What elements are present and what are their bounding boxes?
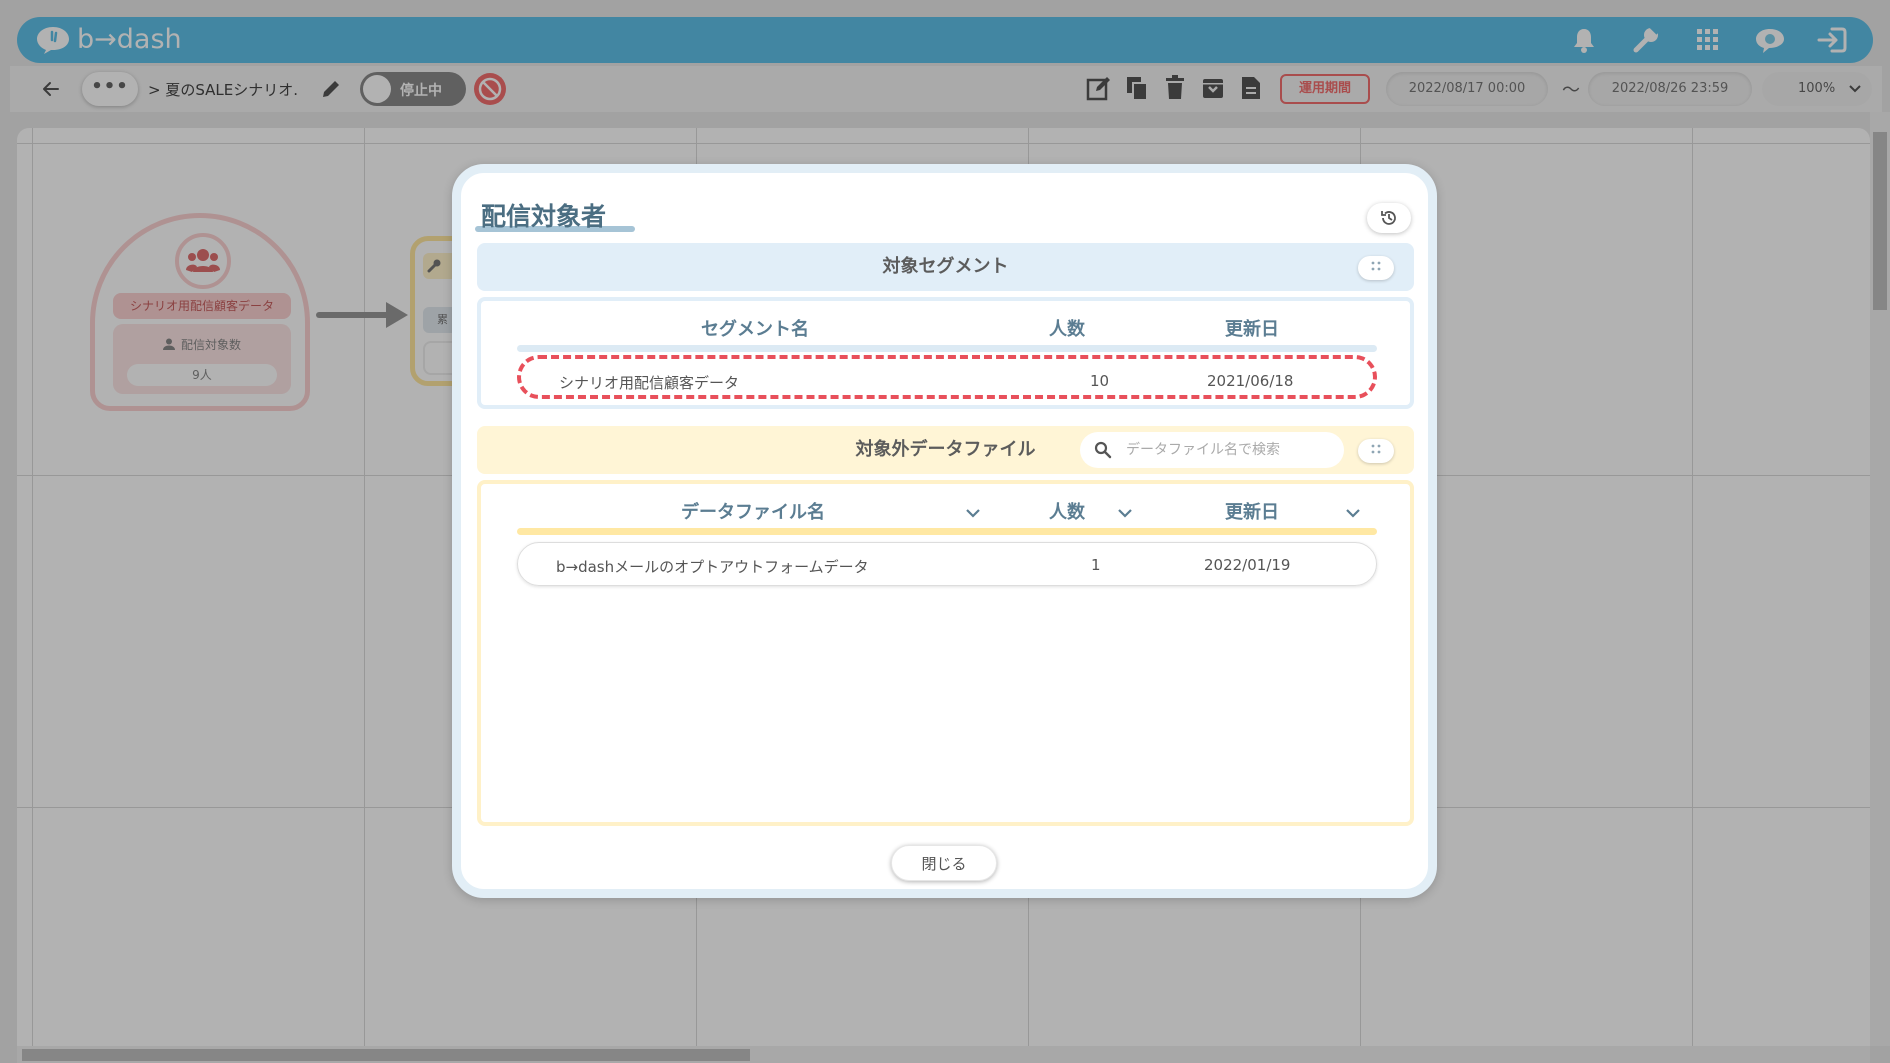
segment-row-name: シナリオ用配信顧客データ <box>559 374 740 392</box>
history-icon <box>1381 211 1396 225</box>
table-row[interactable]: シナリオ用配信顧客データ 10 2021/06/18 <box>517 355 1377 399</box>
delivery-target-modal: 配信対象者 対象セグメント セグメント名 人数 更新日 シナリオ用配信顧客データ… <box>452 164 1437 898</box>
file-row-date: 2022/01/19 <box>1204 556 1291 574</box>
target-segment-header: 対象セグメント <box>477 243 1414 291</box>
file-row-count: 1 <box>1091 556 1101 574</box>
segment-row-count: 10 <box>1090 372 1110 390</box>
target-segment-heading: 対象セグメント <box>882 256 1009 277</box>
file-search-input[interactable] <box>1126 439 1326 461</box>
file-search-box[interactable] <box>1080 432 1344 468</box>
target-segment-table: セグメント名 人数 更新日 シナリオ用配信顧客データ 10 2021/06/18 <box>477 297 1414 409</box>
col-segment-count: 人数 <box>1049 319 1085 340</box>
sort-chevron-down-icon[interactable] <box>965 508 981 518</box>
modal-title: 配信対象者 <box>481 202 607 231</box>
close-button[interactable]: 閉じる <box>891 845 997 881</box>
col-file-count[interactable]: 人数 <box>1049 498 1085 524</box>
sort-chevron-down-icon[interactable] <box>1117 508 1133 518</box>
files-expand-button[interactable] <box>1358 439 1394 463</box>
segment-header-divider <box>517 345 1377 352</box>
drag-dots-icon <box>1371 261 1381 271</box>
files-header-divider <box>517 528 1377 535</box>
col-segment-updated: 更新日 <box>1225 319 1279 340</box>
segment-expand-button[interactable] <box>1358 256 1394 280</box>
excluded-files-header: 対象外データファイル <box>477 426 1414 474</box>
col-file-name[interactable]: データファイル名 <box>681 498 825 524</box>
sort-chevron-down-icon[interactable] <box>1345 508 1361 518</box>
col-segment-name: セグメント名 <box>701 319 809 340</box>
segment-row-date: 2021/06/18 <box>1207 372 1294 390</box>
col-file-updated[interactable]: 更新日 <box>1225 498 1279 524</box>
search-icon <box>1094 441 1112 459</box>
file-row-name: b→dashメールのオプトアウトフォームデータ <box>556 558 869 576</box>
excluded-files-table: データファイル名 人数 更新日 b→dashメールのオプトアウトフォームデータ … <box>477 480 1414 826</box>
excluded-files-heading: 対象外データファイル <box>855 439 1036 460</box>
drag-dots-icon <box>1371 444 1381 454</box>
history-button[interactable] <box>1367 203 1411 233</box>
table-row[interactable]: b→dashメールのオプトアウトフォームデータ 1 2022/01/19 <box>517 542 1377 586</box>
